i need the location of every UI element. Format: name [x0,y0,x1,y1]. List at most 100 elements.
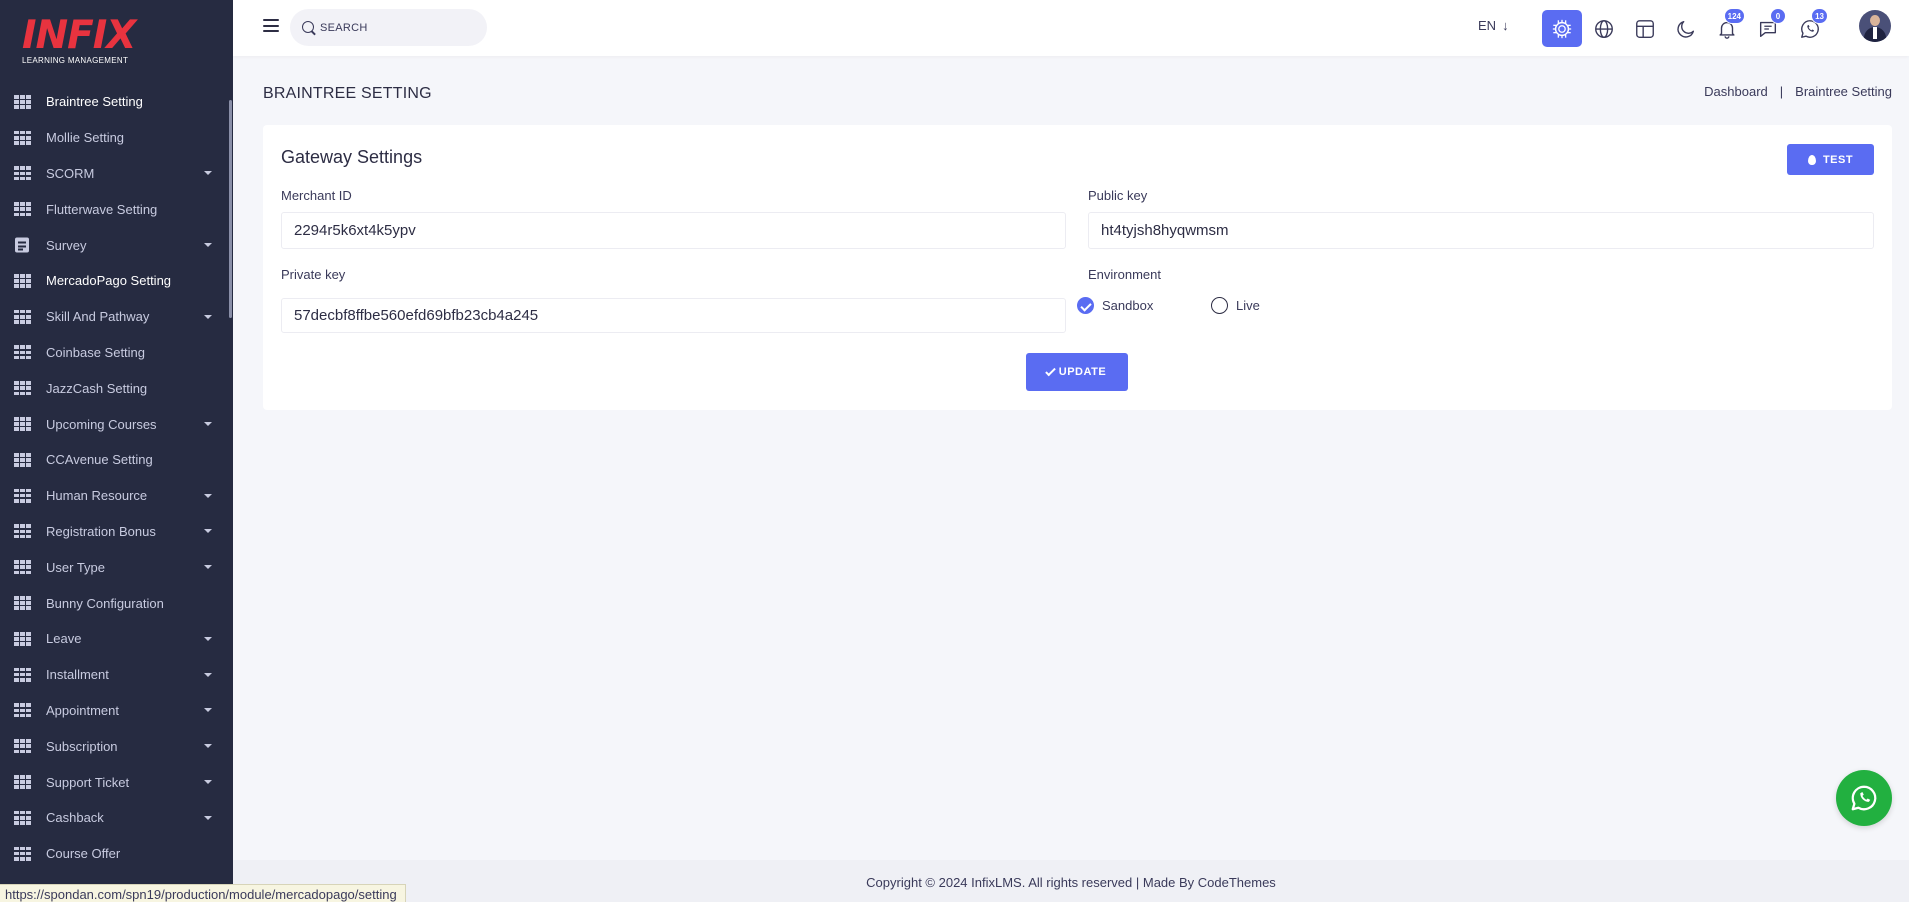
sidebar-item-label: Installment [46,667,109,683]
merchant-id-input[interactable] [281,212,1066,249]
page-title: BRAINTREE SETTING [263,85,432,102]
radio-unchecked-icon [1211,297,1228,314]
cpu-chip-button[interactable] [1542,10,1582,47]
sidebar-menu: Braintree Setting Mollie Setting SCORM Flut… [0,84,229,872]
grid-icon [14,810,31,825]
notifications-button[interactable]: 124 [1707,8,1747,47]
sidebar-item-label: Subscription [46,738,118,754]
language-label: EN [1478,18,1497,33]
sidebar-item[interactable]: Survey [0,227,229,263]
sidebar-item[interactable]: CCAvenue Setting [0,442,229,478]
whatsapp-badge: 13 [1811,8,1828,24]
caret-down-icon [204,780,212,785]
globe-button[interactable] [1584,10,1624,47]
sidebar-item[interactable]: Mollie Setting [0,120,229,156]
caret-down-icon [204,243,212,248]
sidebar-item[interactable]: Subscription [0,728,229,764]
whatsapp-chat-button[interactable] [1836,770,1892,826]
whatsapp-header-button[interactable]: 13 [1790,8,1830,47]
caret-down-icon [204,314,212,319]
environment-label: Environment [1088,267,1161,282]
environment-sandbox-radio[interactable]: Sandbox [1077,297,1153,314]
sidebar-item[interactable]: JazzCash Setting [0,370,229,406]
sandbox-label: Sandbox [1102,298,1154,313]
breadcrumb-dashboard[interactable]: Dashboard [1704,84,1768,99]
sidebar-item-label: CCAvenue Setting [46,452,153,468]
sidebar-item[interactable]: Installment [0,657,229,693]
sidebar-item-label: Support Ticket [46,774,130,790]
footer: Copyright © 2024 InfixLMS. All rights re… [233,860,1909,902]
arrow-down-icon: ↓ [1502,18,1509,33]
sidebar-item[interactable]: MercadoPago Setting [0,263,229,299]
whatsapp-icon [1851,785,1877,811]
user-avatar[interactable] [1859,10,1891,42]
update-button-label: UPDATE [1058,366,1107,378]
sidebar-item-label: Mollie Setting [46,130,125,146]
sidebar-item[interactable]: Leave [0,621,229,657]
sidebar: INFIX LEARNING MANAGEMENT Braintree Sett… [0,0,233,902]
sidebar-item-label: Braintree Setting [46,94,143,110]
search-input[interactable] [320,9,480,46]
grid-icon [14,524,31,539]
sidebar-item[interactable]: Registration Bonus [0,514,229,550]
caret-down-icon [204,636,212,641]
sidebar-item-label: Cashback [46,810,104,826]
private-key-input[interactable] [281,298,1066,333]
grid-icon [14,381,31,396]
gateway-settings-card: Gateway Settings TEST Merchant ID Public… [263,125,1892,410]
sidebar-item[interactable]: Cashback [0,800,229,836]
breadcrumb-current: Braintree Setting [1795,84,1892,99]
sidebar-item-label: Survey [46,237,87,253]
sidebar-item-label: Registration Bonus [46,523,156,539]
sidebar-item[interactable]: Upcoming Courses [0,406,229,442]
grid-icon [14,166,31,181]
sidebar-item[interactable]: Flutterwave Setting [0,191,229,227]
grid-icon [14,488,31,503]
footer-copyright: Copyright © 2024 InfixLMS. All rights re… [866,875,1276,890]
sidebar-item[interactable]: User Type [0,549,229,585]
sidebar-item[interactable]: Skill And Pathway [0,299,229,335]
language-selector[interactable]: EN ↓ [1478,18,1509,33]
sidebar-item-label: Upcoming Courses [46,416,157,432]
environment-live-radio[interactable]: Live [1211,297,1260,314]
grid-icon [14,596,31,611]
check-icon [1044,365,1056,376]
merchant-id-label: Merchant ID [281,188,352,203]
sidebar-item[interactable]: Braintree Setting [0,84,229,120]
test-button[interactable]: TEST [1787,144,1874,175]
private-key-label: Private key [281,267,346,282]
grid-icon [14,739,31,754]
search-box[interactable] [290,9,487,46]
sidebar-scrollbar[interactable] [229,100,232,318]
update-button[interactable]: UPDATE [1026,353,1128,391]
document-icon [15,237,29,253]
menu-toggle-icon[interactable] [263,19,279,32]
messages-button[interactable]: 0 [1748,8,1788,47]
caret-down-icon [204,672,212,677]
sidebar-item-label: Flutterwave Setting [46,201,158,217]
sidebar-item[interactable]: Bunny Configuration [0,585,229,621]
sidebar-item[interactable]: Human Resource [0,478,229,514]
search-icon [302,21,314,33]
caret-down-icon [204,708,212,713]
sidebar-item-label: Leave [46,631,82,647]
sidebar-item[interactable]: SCORM [0,156,229,192]
layout-button[interactable] [1625,10,1665,47]
logo-subtitle: LEARNING MANAGEMENT [22,56,129,65]
grid-icon [14,631,31,646]
sidebar-item[interactable]: Support Ticket [0,764,229,800]
dark-mode-button[interactable] [1666,10,1706,47]
sidebar-item[interactable]: Coinbase Setting [0,335,229,371]
sidebar-item[interactable]: Course Offer [0,836,229,872]
grid-icon [14,130,31,145]
sidebar-item[interactable]: Appointment [0,693,229,729]
grid-icon [14,846,31,861]
messages-badge: 0 [1770,8,1786,24]
top-header: EN ↓ 124 0 13 [233,0,1909,56]
logo[interactable]: INFIX LEARNING MANAGEMENT [22,16,142,66]
sidebar-item-label: Appointment [46,702,119,718]
test-button-label: TEST [1822,153,1854,166]
sidebar-item-label: User Type [46,559,106,575]
globe-icon [1595,19,1613,38]
public-key-input[interactable] [1088,212,1874,249]
